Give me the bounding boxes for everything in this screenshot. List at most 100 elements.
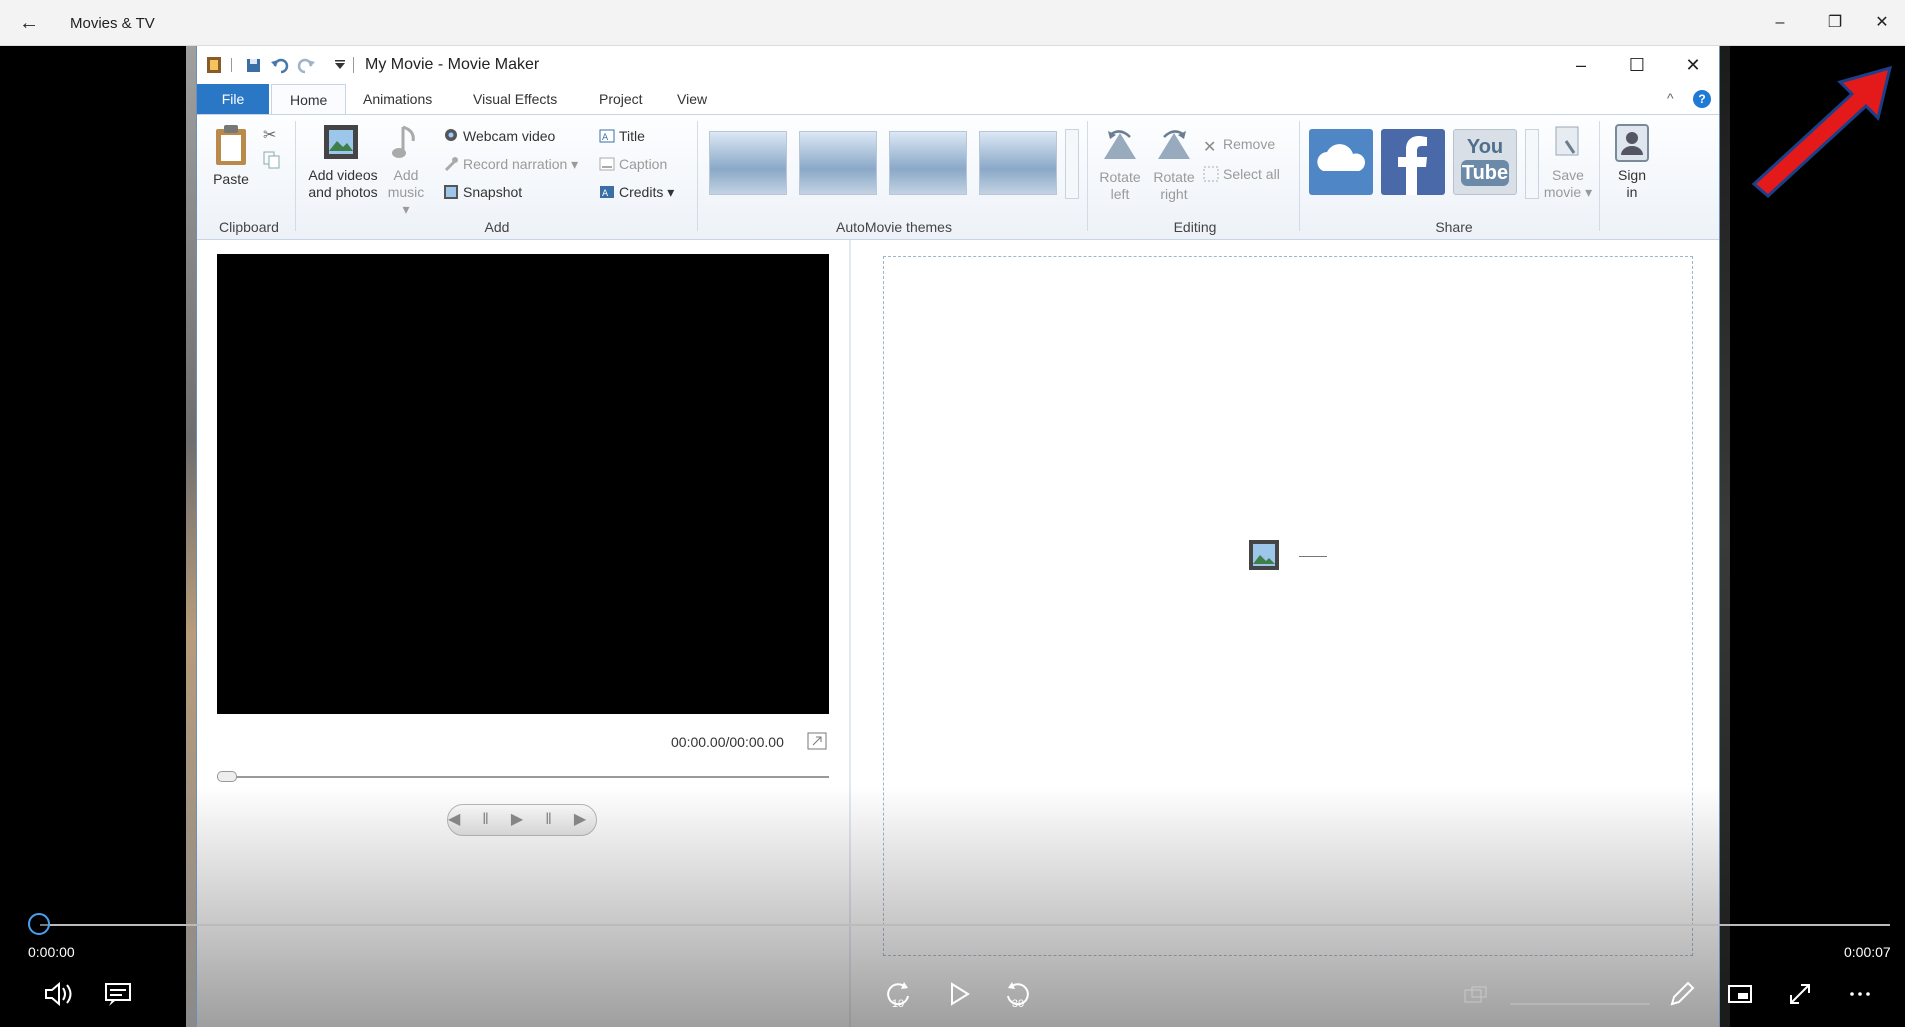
youtube-share-button[interactable]: You Tube <box>1453 129 1517 195</box>
mm-close-button[interactable]: ✕ <box>1665 50 1719 80</box>
preview-seek-track[interactable] <box>217 776 829 778</box>
add-music-label: Add <box>393 167 419 183</box>
facebook-share-button[interactable] <box>1381 129 1445 195</box>
title-icon: A <box>599 128 615 144</box>
fullscreen-preview-icon[interactable] <box>807 732 827 750</box>
webcam-label: Webcam video <box>463 128 556 144</box>
automovie-theme-2[interactable] <box>799 131 877 195</box>
expand-icon <box>1790 984 1810 1004</box>
webcam-icon <box>443 128 459 144</box>
save-movie-icon <box>1555 126 1579 156</box>
group-label-themes: AutoMovie themes <box>836 219 952 235</box>
skip-back-button[interactable]: 10 <box>880 976 916 1012</box>
snapshot-button[interactable]: Snapshot <box>443 183 522 201</box>
skip-back-seconds: 10 <box>891 998 905 1010</box>
tab-animations[interactable]: Animations <box>345 84 450 114</box>
add-videos-icon <box>324 125 358 159</box>
remove-button[interactable]: ✕ Remove <box>1203 135 1276 156</box>
add-videos-photos-button[interactable]: Add videos and photos <box>301 123 385 201</box>
quick-access-toolbar[interactable] <box>207 55 357 80</box>
window-title: My Movie - Movie Maker <box>365 56 540 73</box>
desktop-edge-right <box>1720 46 1730 1027</box>
subtitles-button[interactable] <box>100 976 136 1012</box>
rotate-left-icon <box>1104 130 1136 159</box>
select-all-label: Select all <box>1223 166 1280 182</box>
add-videos-label-2: and photos <box>308 184 378 200</box>
webcam-video-button[interactable]: Webcam video <box>443 127 555 145</box>
record-narration-button[interactable]: Record narration ▾ <box>443 155 578 173</box>
group-label-clipboard: Clipboard <box>219 219 279 235</box>
automovie-theme-1[interactable] <box>709 131 787 195</box>
edit-button[interactable] <box>1664 976 1700 1012</box>
tab-view[interactable]: View <box>659 84 725 114</box>
tab-home[interactable]: Home <box>271 84 347 114</box>
restore-button[interactable]: ❐ <box>1812 6 1858 40</box>
tab-project[interactable]: Project <box>581 84 661 114</box>
fullscreen-button[interactable] <box>1782 976 1818 1012</box>
caption-button[interactable]: Caption <box>599 155 667 173</box>
sign-in-button[interactable]: Sign in <box>1607 123 1657 201</box>
title-button[interactable]: A Title <box>599 127 645 145</box>
tab-file[interactable]: File <box>197 84 269 114</box>
skip-forward-seconds: 30 <box>1011 998 1025 1010</box>
save-movie-button[interactable]: Save movie ▾ <box>1543 123 1593 201</box>
title-label: Title <box>619 128 645 144</box>
tab-visual-effects[interactable]: Visual Effects <box>455 84 575 114</box>
mm-maximize-button[interactable]: ☐ <box>1609 50 1665 80</box>
group-separator <box>697 121 698 231</box>
select-all-button[interactable]: Select all <box>1203 165 1280 183</box>
preview-seek-thumb[interactable] <box>217 771 237 782</box>
collapse-ribbon-icon[interactable]: ^ <box>1667 90 1674 106</box>
copy-icon[interactable] <box>263 151 283 169</box>
play-button[interactable] <box>940 976 976 1012</box>
sign-in-label-2: in <box>1626 184 1638 200</box>
timeline-thumb[interactable] <box>28 913 50 935</box>
cloud-icon <box>1317 144 1366 171</box>
cut-icon[interactable]: ✂ <box>263 125 285 145</box>
back-button[interactable]: ← <box>14 10 44 36</box>
automovie-theme-3[interactable] <box>889 131 967 195</box>
youtube-label-2: Tube <box>1461 160 1509 186</box>
minimize-button[interactable]: – <box>1757 6 1803 40</box>
credits-button[interactable]: A Credits ▾ <box>599 183 674 201</box>
save-movie-label: Save <box>1552 167 1584 183</box>
zoom-slider <box>1500 994 1660 1005</box>
add-videos-label: Add videos <box>308 167 378 183</box>
caption-icon <box>599 156 615 172</box>
user-icon <box>1615 124 1649 162</box>
ribbon: Paste ✂ Clipboard Add videos and photos <box>197 114 1719 240</box>
group-separator <box>1599 121 1600 231</box>
paste-icon <box>216 125 246 165</box>
help-icon[interactable]: ? <box>1693 90 1711 108</box>
caption-label: Caption <box>619 156 668 172</box>
sign-in-label: Sign <box>1617 167 1647 183</box>
rotate-right-icon <box>1158 130 1190 159</box>
share-scroll[interactable] <box>1525 129 1539 199</box>
remove-label: Remove <box>1223 136 1276 152</box>
rotate-right-button[interactable]: Rotate right <box>1149 125 1199 203</box>
mm-minimize-button[interactable]: – <box>1553 50 1609 80</box>
themes-scroll[interactable] <box>1065 129 1079 199</box>
volume-button[interactable] <box>40 976 76 1012</box>
close-button[interactable]: ✕ <box>1859 6 1905 40</box>
desktop-edge-left <box>186 46 196 1027</box>
onedrive-share-button[interactable] <box>1309 129 1373 195</box>
mini-view-icon <box>1728 985 1752 1003</box>
group-separator <box>1087 121 1088 231</box>
playback-timeline[interactable] <box>40 924 1890 926</box>
add-media-icon[interactable] <box>1247 538 1283 574</box>
rotate-left-button[interactable]: Rotate left <box>1095 125 1145 203</box>
svg-text:A: A <box>602 133 609 143</box>
more-options-button[interactable] <box>1842 976 1878 1012</box>
play-icon <box>951 982 970 1006</box>
movie-maker-titlebar: My Movie - Movie Maker – ☐ ✕ <box>197 46 1719 84</box>
mini-view-button[interactable] <box>1722 976 1758 1012</box>
paste-button[interactable]: Paste <box>211 123 251 188</box>
pencil-icon <box>1670 981 1695 1006</box>
select-all-icon <box>1203 166 1219 182</box>
music-note-icon <box>392 125 415 158</box>
add-music-button[interactable]: Add music ▾ <box>383 123 429 218</box>
microphone-icon <box>443 156 459 172</box>
automovie-theme-4[interactable] <box>979 131 1057 195</box>
skip-forward-button[interactable]: 30 <box>1000 976 1036 1012</box>
